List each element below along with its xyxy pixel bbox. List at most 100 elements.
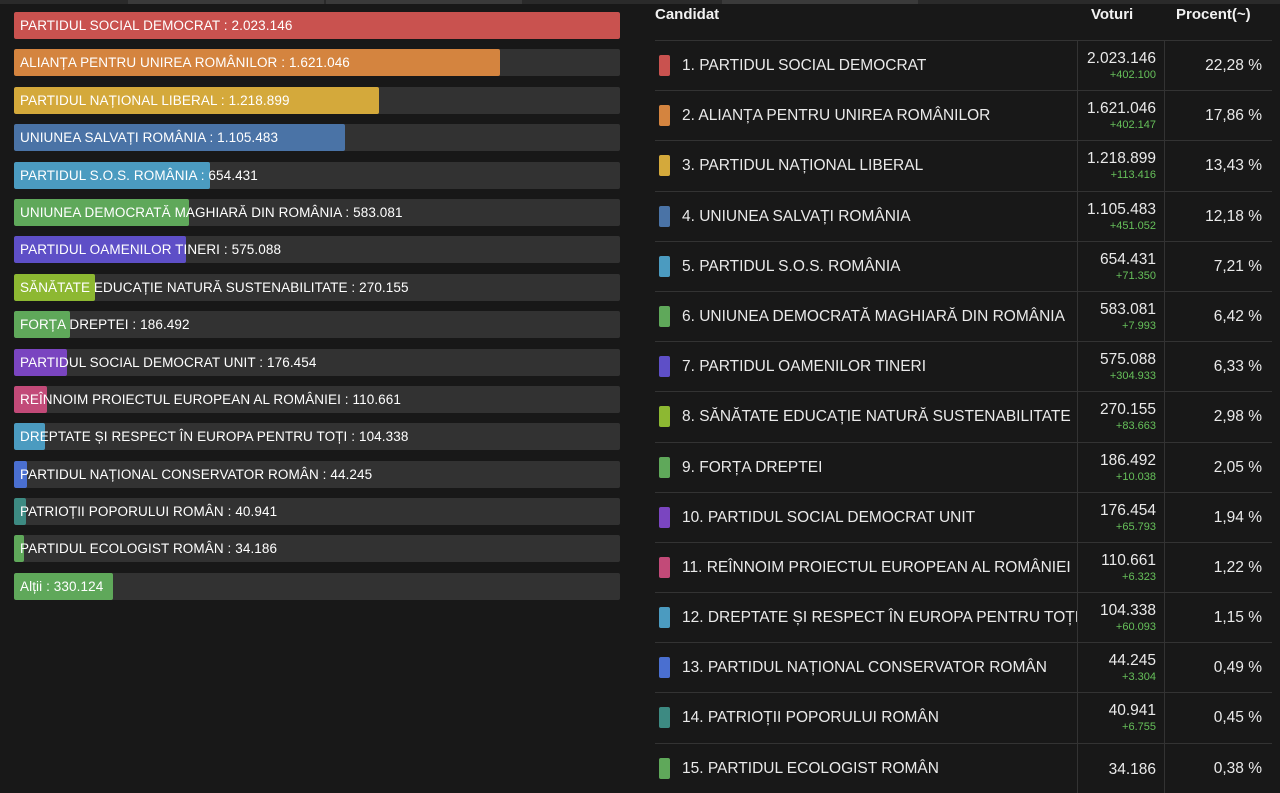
bar-label: PARTIDUL SOCIAL DEMOCRAT : 2.023.146 [20,18,293,33]
table-row: 2. ALIANȚA PENTRU UNIREA ROMÂNILOR 1.621.… [655,90,1272,141]
table-row: 5. PARTIDUL S.O.S. ROMÂNIA 654.431 +71.350… [655,240,1272,291]
bar-label: PARTIDUL ECOLOGIST ROMÂN : 34.186 [20,541,278,557]
party-color-swatch [659,205,670,227]
table-row: 9. FORȚA DREPTEI 186.492 +10.038 2,05 % [655,441,1272,492]
votes-cell: 1.105.483 +451.052 [1077,191,1165,241]
candidate-name: 4. UNIUNEA SALVAȚI ROMÂNIA [682,207,911,225]
votes-value: 186.492 [1099,451,1156,469]
votes-delta: +60.093 [1115,621,1156,634]
bar-label: PARTIDUL SOCIAL DEMOCRAT UNIT : 176.454 [20,354,317,370]
votes-delta: +7.993 [1122,319,1156,332]
bar-row: SĂNĂTATE EDUCAȚIE NATURĂ SUSTENABILITATE… [14,273,620,301]
percent-value: 6,33 % [1213,358,1262,376]
votes-value: 110.661 [1101,551,1156,569]
votes-delta: +10.038 [1115,470,1156,483]
votes-delta: +6.755 [1122,721,1156,734]
table-row: 8. SĂNĂTATE EDUCAȚIE NATURĂ SUSTENABILIT… [655,391,1272,442]
header-votes: Voturi [1091,6,1134,23]
votes-cell: 44.245 +3.304 [1077,643,1165,693]
votes-delta: +451.052 [1109,219,1156,232]
votes-cell: 654.431 +71.350 [1077,241,1165,291]
votes-value: 1.621.046 [1087,100,1156,118]
top-tab-segment [128,0,324,4]
percent-value: 1,22 % [1213,558,1262,576]
bar-row: PARTIDUL SOCIAL DEMOCRAT UNIT : 176.454 [14,348,620,376]
bar-row: UNIUNEA SALVAȚI ROMÂNIA : 1.105.483 [14,124,620,152]
bar-label: PARTIDUL S.O.S. ROMÂNIA : 654.431 [20,167,258,183]
candidate-name: 10. PARTIDUL SOCIAL DEMOCRAT UNIT [682,508,976,526]
candidate-name: 3. PARTIDUL NAȚIONAL LIBERAL [682,157,924,175]
bar-row: ALIANȚA PENTRU UNIREA ROMÂNILOR : 1.621.… [14,49,620,77]
party-color-swatch [659,657,670,679]
votes-delta: +3.304 [1122,671,1156,684]
candidate-name: 5. PARTIDUL S.O.S. ROMÂNIA [682,257,901,275]
votes-delta: +83.663 [1115,420,1156,433]
table-row: 14. PATRIOȚII POPORULUI ROMÂN 40.941 +6.75… [655,692,1272,743]
votes-cell: 583.081 +7.993 [1077,291,1165,342]
party-color-swatch [659,255,670,277]
votes-value: 270.155 [1099,401,1156,419]
votes-cell: 40.941 +6.755 [1077,693,1165,743]
percent-value: 6,42 % [1213,307,1262,325]
bar-label: ALIANȚA PENTRU UNIREA ROMÂNILOR : 1.621.… [20,55,350,71]
table-header: Candidat Voturi Procent(~) [655,0,1272,40]
bar-row: PARTIDUL NAȚIONAL LIBERAL : 1.218.899 [14,86,620,114]
votes-value: 654.431 [1099,250,1156,268]
party-color-swatch [659,757,670,779]
votes-cell: 575.088 +304.933 [1077,342,1165,392]
votes-cell: 1.218.899 +113.416 [1077,141,1165,191]
bar-row: PARTIDUL NAȚIONAL CONSERVATOR ROMÂN : 44… [14,460,620,488]
bar-label: UNIUNEA SALVAȚI ROMÂNIA : 1.105.483 [20,130,279,146]
party-color-swatch [659,55,670,76]
percent-value: 0,45 % [1213,709,1262,727]
bar-label: FORȚA DREPTEI : 186.492 [20,317,190,333]
top-tab-segment [326,0,522,4]
results-table: Candidat Voturi Procent(~) 1. PARTIDUL S… [655,0,1272,793]
percent-value: 2,05 % [1213,458,1262,476]
candidate-name: 13. PARTIDUL NAȚIONAL CONSERVATOR ROMÂN [682,659,1047,677]
bar-label: Alții : 330.124 [20,578,104,594]
percent-value: 1,94 % [1213,508,1262,526]
party-color-swatch [659,556,670,578]
party-color-swatch [659,707,670,729]
votes-delta: +304.933 [1109,370,1156,383]
party-color-swatch [659,105,670,127]
votes-delta: +6.323 [1122,570,1156,583]
percent-value: 2,98 % [1213,408,1262,426]
votes-cell: 110.661 +6.323 [1077,542,1165,593]
votes-value: 1.218.899 [1087,150,1156,168]
votes-value: 40.941 [1108,702,1156,720]
party-color-swatch [659,506,670,528]
bar-label: PARTIDUL NAȚIONAL LIBERAL : 1.218.899 [20,92,290,108]
table-row: 4. UNIUNEA SALVAȚI ROMÂNIA 1.105.483 +451.… [655,190,1272,241]
party-color-swatch [659,406,670,428]
percent-value: 0,49 % [1213,659,1262,677]
table-row: 11. REÎNNOIM PROIECTUL EUROPEAN AL ROMÂN… [655,541,1272,593]
votes-value: 1.105.483 [1087,200,1156,218]
bar-row: REÎNNOIM PROIECTUL EUROPEAN AL ROMÂNIEI … [14,385,620,413]
candidate-name: 9. FORȚA DREPTEI [682,458,823,476]
votes-value: 2.023.146 [1087,50,1156,67]
votes-cell: 176.454 +65.793 [1077,492,1165,542]
bar-label: PATRIOȚII POPORULUI ROMÂN : 40.941 [20,504,278,520]
candidate-name: 2. ALIANȚA PENTRU UNIREA ROMÂNILOR [682,107,991,125]
bar-row: PARTIDUL SOCIAL DEMOCRAT : 2.023.146 [14,12,620,39]
percent-value: 22,28 % [1205,57,1262,74]
bar-label: PARTIDUL OAMENILOR TINERI : 575.088 [20,242,282,258]
table-row: 1. PARTIDUL SOCIAL DEMOCRAT 2.023.146 +402… [655,40,1272,91]
votes-delta: +402.100 [1109,69,1156,81]
candidate-name: 8. SĂNĂTATE EDUCAȚIE NATURĂ SUSTENABILIT… [682,408,1071,426]
percent-value: 0,38 % [1213,759,1262,777]
table-row: 3. PARTIDUL NAȚIONAL LIBERAL 1.218.899 +11… [655,140,1272,191]
bar-row: PATRIOȚII POPORULUI ROMÂN : 40.941 [14,498,620,526]
party-color-swatch [659,356,670,378]
votes-value: 34.186 [1108,760,1156,778]
percent-value: 1,15 % [1213,609,1262,627]
bar-row: FORȚA DREPTEI : 186.492 [14,311,620,339]
percent-value: 7,21 % [1213,257,1262,275]
table-row: 12. DREPTATE ȘI RESPECT ÎN EUROPA PENTRU… [655,592,1272,643]
votes-cell: 104.338 +60.093 [1077,593,1165,643]
votes-value: 44.245 [1108,652,1156,670]
votes-value: 176.454 [1099,501,1156,519]
bar-row: Alții : 330.124 [14,572,620,600]
